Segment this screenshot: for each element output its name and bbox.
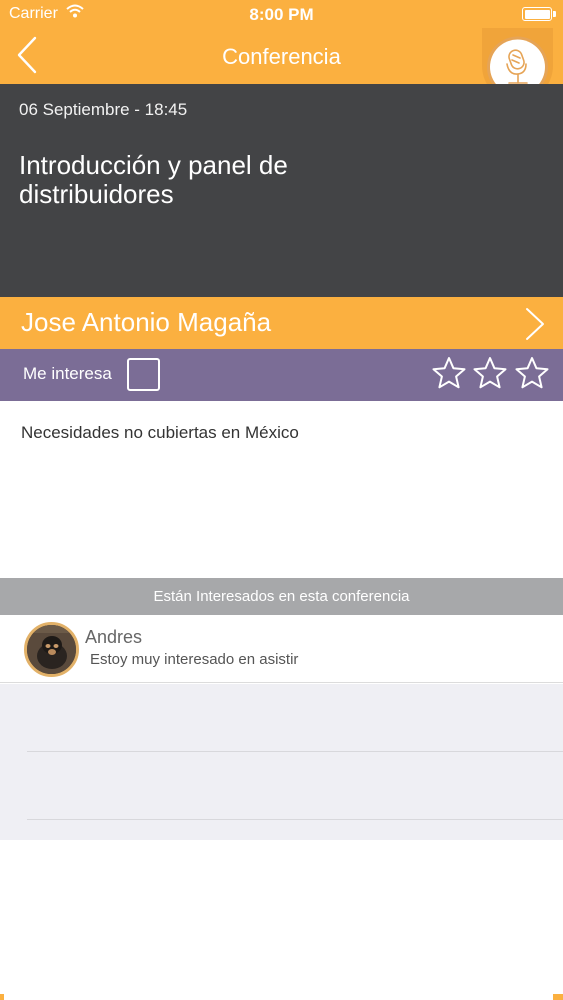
row-divider — [27, 751, 563, 752]
event-title: Introducción y panel de distribuidores — [19, 150, 288, 209]
tab-bar-edge — [553, 994, 563, 1000]
battery-icon — [522, 7, 552, 21]
battery-tip — [553, 11, 556, 17]
chevron-right-icon — [526, 308, 544, 340]
attendee-comment: Estoy muy interesado en asistir — [90, 651, 299, 668]
status-bar: Carrier 8:00 PM — [0, 0, 563, 28]
row-divider — [27, 819, 563, 820]
navigation-bar: Carrier 8:00 PM Conferencia — [0, 0, 563, 84]
avatar — [24, 622, 79, 677]
list-item[interactable]: Andres Estoy muy interesado en asistir — [0, 615, 563, 683]
interest-label: Me interesa — [23, 364, 112, 383]
status-time: 8:00 PM — [249, 5, 314, 24]
speaker-row[interactable]: Jose Antonio Magaña — [0, 297, 563, 349]
star-icon[interactable] — [515, 356, 549, 390]
empty-list-area — [0, 684, 563, 840]
interest-checkbox[interactable] — [127, 358, 160, 391]
page-title: Conferencia — [222, 44, 341, 69]
speaker-name: Jose Antonio Magaña — [21, 307, 272, 337]
star-icon[interactable] — [473, 356, 507, 390]
attendees-section-header: Están Interesados en esta conferencia — [0, 578, 563, 615]
event-description: Necesidades no cubiertas en México — [21, 423, 299, 442]
star-icon[interactable] — [432, 356, 466, 390]
event-header: 06 Septiembre - 18:45 Introducción y pan… — [0, 84, 563, 297]
event-datetime: 06 Septiembre - 18:45 — [19, 100, 188, 119]
tab-bar-edge — [0, 994, 4, 1000]
attendee-name: Andres — [85, 627, 143, 647]
avatar-photo — [27, 625, 76, 674]
